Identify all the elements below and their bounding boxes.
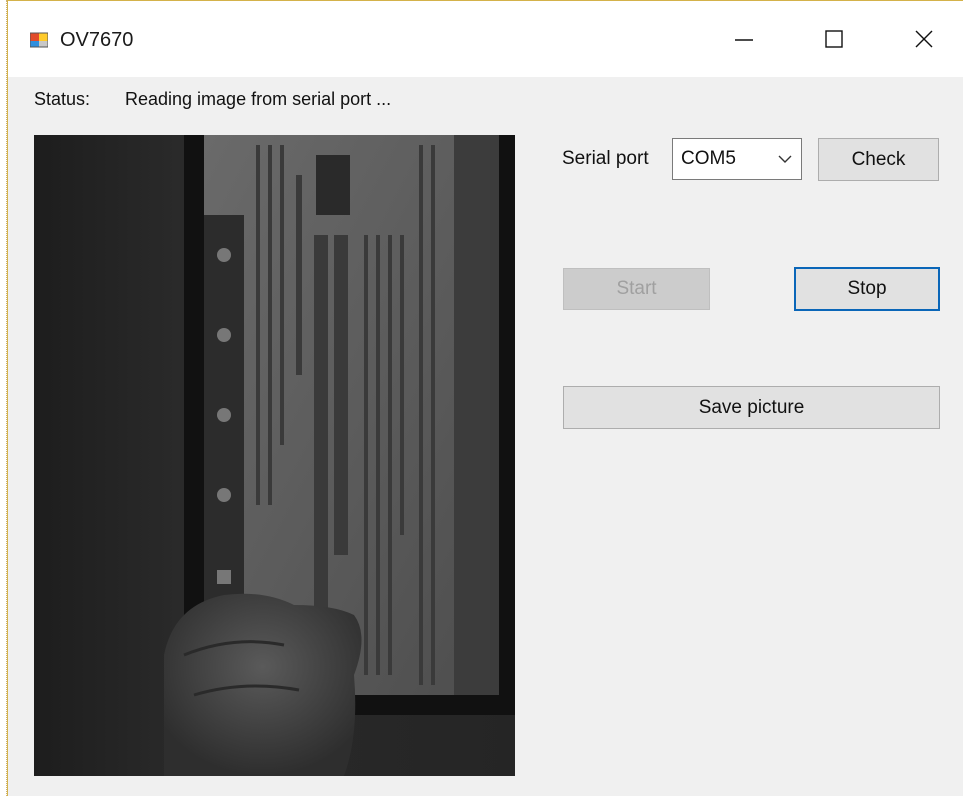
stop-button[interactable]: Stop bbox=[794, 267, 940, 311]
camera-frame bbox=[34, 135, 515, 776]
chevron-down-icon bbox=[778, 155, 792, 163]
app-window: OV7670 Status: Reading image from serial… bbox=[7, 0, 963, 796]
status-text: Reading image from serial port ... bbox=[125, 89, 392, 109]
start-button[interactable]: Start bbox=[563, 268, 710, 310]
close-button[interactable] bbox=[894, 11, 954, 67]
window-title: OV7670 bbox=[60, 29, 134, 51]
close-icon bbox=[915, 30, 933, 48]
winforms-app-icon bbox=[30, 32, 48, 48]
serial-port-value: COM5 bbox=[681, 148, 736, 169]
serial-port-select[interactable]: COM5 bbox=[672, 138, 802, 180]
desktop-edge bbox=[0, 0, 7, 796]
serial-port-label: Serial port bbox=[562, 148, 649, 169]
save-picture-button[interactable]: Save picture bbox=[563, 386, 940, 429]
maximize-button[interactable] bbox=[804, 11, 864, 67]
camera-preview-image bbox=[34, 135, 515, 776]
check-button[interactable]: Check bbox=[818, 138, 939, 181]
maximize-icon bbox=[825, 30, 843, 48]
status-label: Status: bbox=[34, 89, 91, 109]
minimize-button[interactable] bbox=[714, 11, 774, 67]
minimize-icon bbox=[735, 39, 753, 41]
title-bar[interactable]: OV7670 bbox=[8, 1, 963, 77]
